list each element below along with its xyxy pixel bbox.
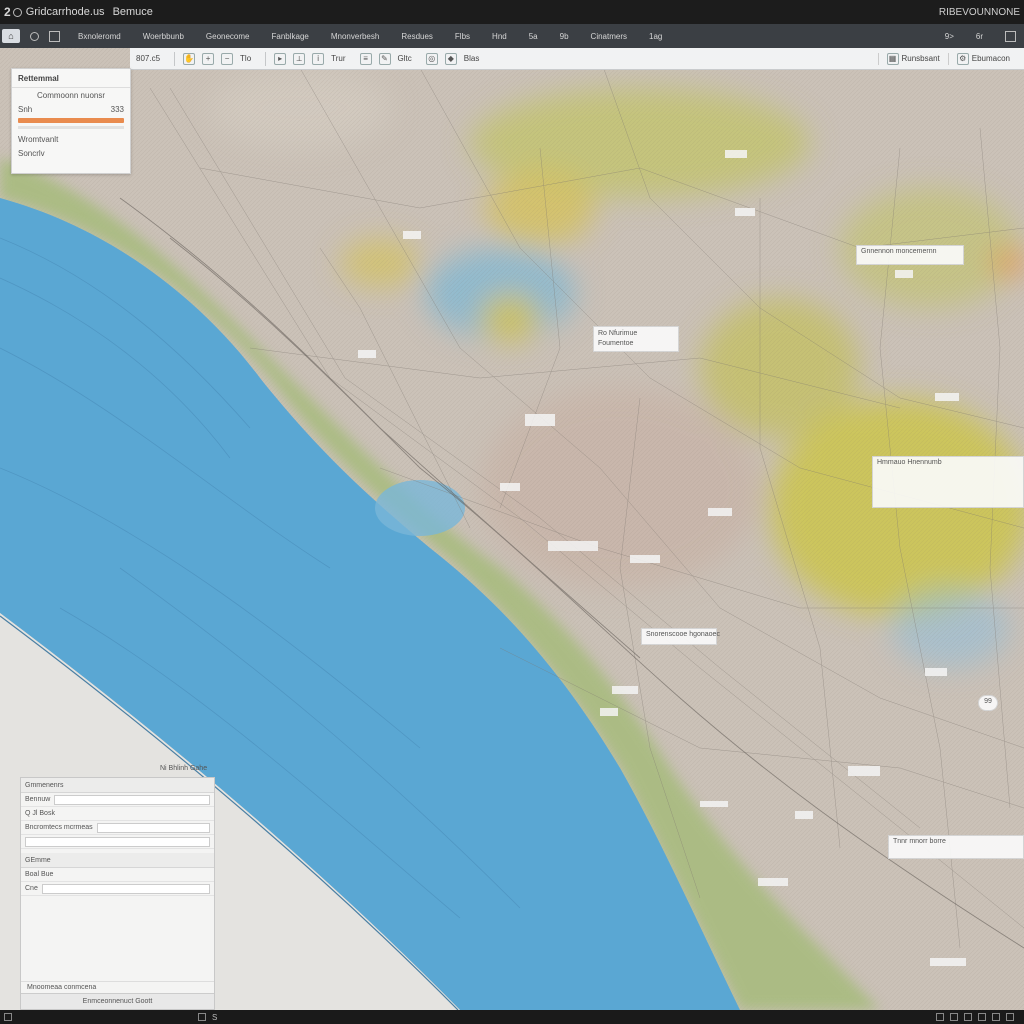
menu-right-item[interactable]: 6r xyxy=(976,32,983,41)
pan-tool-icon[interactable]: ✋ xyxy=(183,52,196,65)
menu-item[interactable]: Fanblkage xyxy=(272,32,309,41)
toolbar-right-button[interactable]: ▦ Runsbsant xyxy=(877,52,948,65)
map-label[interactable]: Snorenscooe hgonaoec xyxy=(641,628,720,645)
panel-caption: Ni Bhlinh Gahe xyxy=(160,765,208,772)
layers-panel-title: Rettemmal xyxy=(12,69,130,88)
layer-row[interactable]: Snh 333 xyxy=(12,102,130,116)
property-row[interactable]: Bennuw xyxy=(21,793,214,807)
property-row[interactable]: Q Jl Bosk xyxy=(21,807,214,821)
compass-badge[interactable]: 99 xyxy=(978,695,998,711)
section-title[interactable]: GEmme xyxy=(21,853,214,868)
taskbar: S xyxy=(0,1010,1024,1024)
toolbar-right-button[interactable]: ⚙ Ebumacon xyxy=(947,52,1018,65)
property-label: Cne xyxy=(25,885,38,892)
zoom-level[interactable]: 807.c5 xyxy=(136,54,160,63)
zoom-in-icon[interactable]: + xyxy=(202,52,215,65)
property-label: Bncromtecs mcrmeas xyxy=(25,824,93,831)
property-input[interactable] xyxy=(41,883,210,894)
taskbar-item[interactable]: S xyxy=(212,1013,217,1022)
panel-status[interactable]: Enmceonnenuct Goott xyxy=(21,993,214,1009)
tray-icon[interactable] xyxy=(964,1013,972,1021)
menu-item[interactable]: Hnd xyxy=(492,32,507,41)
menu-item[interactable]: 1ag xyxy=(649,32,662,41)
map-toolbar: 807.c5 ✋ + − Tlo ▸ ⟂ i Trur ≡ ✎ Gltc ◎ ◆… xyxy=(130,48,1024,70)
layers-panel-subtitle: Commoonn nuonsr xyxy=(36,90,106,100)
property-label: Bennuw xyxy=(25,796,51,803)
measure-tool-icon[interactable]: ⟂ xyxy=(293,52,306,65)
property-input[interactable] xyxy=(25,836,210,847)
map-label[interactable]: Ro Nfurimue Foumentoe xyxy=(593,326,679,352)
map-label-text: Ro Nfurimue xyxy=(598,330,638,337)
bookmark-tool-icon[interactable]: ◆ xyxy=(444,52,457,65)
tray-icon[interactable] xyxy=(992,1013,1000,1021)
property-label: Q Jl Bosk xyxy=(25,810,55,817)
edit-tool-icon[interactable]: ✎ xyxy=(378,52,391,65)
toolbar-item[interactable]: Blas xyxy=(464,54,480,63)
map-label-subtext: Foumentoe xyxy=(598,340,634,347)
layer-opacity-bar[interactable] xyxy=(18,118,124,123)
app-logo-icon xyxy=(12,7,22,17)
grid-icon: ▦ xyxy=(886,52,899,65)
title-bar: 2 Gridcarrhode.us Bemuce RIBEVOUNNONE xyxy=(0,0,1024,24)
map-label[interactable]: Gnnennon moncemernn xyxy=(856,245,964,265)
menu-right-item[interactable]: 9> xyxy=(945,32,954,41)
select-tool-icon[interactable]: ▸ xyxy=(274,52,287,65)
property-row[interactable] xyxy=(21,835,214,849)
menu-item[interactable]: Cinatmers xyxy=(591,32,627,41)
property-label: Boal Bue xyxy=(25,871,54,878)
lagoon xyxy=(375,480,465,536)
folder-icon[interactable] xyxy=(49,30,60,42)
tray-icon[interactable] xyxy=(1006,1013,1014,1021)
menu-item[interactable]: 9b xyxy=(560,32,569,41)
menu-item[interactable]: Flbs xyxy=(455,32,470,41)
menu-item[interactable]: 5a xyxy=(529,32,538,41)
toolbar-item[interactable]: Tlo xyxy=(240,54,251,63)
menu-item[interactable]: Woerbbunb xyxy=(143,32,184,41)
settings-icon: ⚙ xyxy=(956,52,969,65)
properties-panel: Gmmenenrs Bennuw Q Jl Bosk Bncromtecs mc… xyxy=(20,777,215,1010)
window-number: 2 xyxy=(4,5,11,19)
window-subtitle: Bemuce xyxy=(112,6,153,18)
tray-icon[interactable] xyxy=(978,1013,986,1021)
window-right-label: RIBEVOUNNONE xyxy=(938,6,1020,18)
property-input[interactable] xyxy=(96,822,210,833)
tray-icon[interactable] xyxy=(936,1013,944,1021)
menu-item[interactable]: Bxnoleromd xyxy=(78,32,121,41)
layers-bottom-sublabel: Soncrlv xyxy=(18,148,45,158)
zoom-out-icon[interactable]: − xyxy=(221,52,234,65)
property-row[interactable]: Bncromtecs mcrmeas xyxy=(21,821,214,835)
panel-footer: Mnoomeaa conmcena xyxy=(21,981,214,993)
layers-bottom-label: Wromtvanlt xyxy=(18,134,59,144)
window-square-icon[interactable] xyxy=(1005,30,1016,42)
layer-tool-icon[interactable]: ≡ xyxy=(359,52,372,65)
property-row[interactable]: Boal Bue xyxy=(21,868,214,882)
app-icon[interactable] xyxy=(198,1013,206,1021)
property-row[interactable]: Cne xyxy=(21,882,214,896)
toolbar-item[interactable]: Trur xyxy=(331,54,345,63)
map-label[interactable]: Hmmauo Hnennumb xyxy=(872,456,1024,508)
menu-item[interactable]: Geonecome xyxy=(206,32,250,41)
home-icon[interactable]: ⌂ xyxy=(2,29,20,43)
menu-bar: ⌂ Bxnoleromd Woerbbunb Geonecome Fanblka… xyxy=(0,24,1024,48)
identify-tool-icon[interactable]: i xyxy=(312,52,325,65)
window-title: Gridcarrhode.us xyxy=(25,6,105,18)
start-icon[interactable] xyxy=(4,1013,12,1021)
globe-tool-icon[interactable]: ◎ xyxy=(425,52,438,65)
layer-value: 333 xyxy=(110,104,124,114)
property-input[interactable] xyxy=(54,794,210,805)
menu-item[interactable]: Mnonverbesh xyxy=(331,32,379,41)
menu-item[interactable]: Resdues xyxy=(401,32,433,41)
layer-track[interactable] xyxy=(18,126,124,129)
toolbar-item[interactable]: Gltc xyxy=(398,54,412,63)
layer-label: Snh xyxy=(18,104,33,114)
tray-icon[interactable] xyxy=(950,1013,958,1021)
layers-panel: Rettemmal Commoonn nuonsr Snh 333 Wromtv… xyxy=(11,68,131,174)
section-title[interactable]: Gmmenenrs xyxy=(21,778,214,793)
globe-icon[interactable] xyxy=(30,31,39,41)
map-label[interactable]: Tnnr mnorr borre xyxy=(888,835,1024,859)
